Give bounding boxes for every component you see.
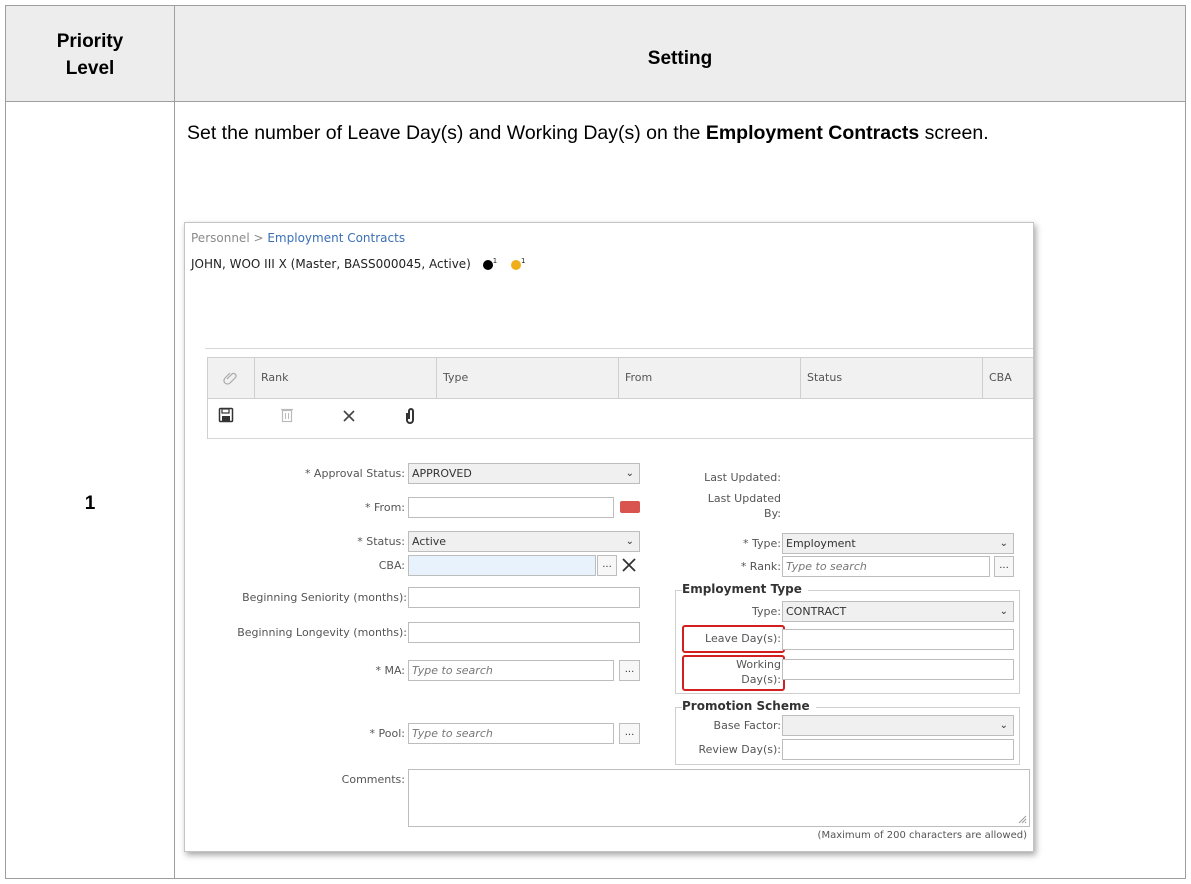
status-value: Active [412,535,447,548]
employment-contracts-screenshot: Personnel > Employment Contracts JOHN, W… [184,222,1034,852]
approval-status-value: APPROVED [412,467,472,480]
trash-icon[interactable] [280,407,294,428]
rank-search-input[interactable]: Type to search [782,556,990,577]
form-toolbar [207,399,1033,439]
breadcrumb: Personnel > Employment Contracts [191,231,405,245]
status-label: * Status: [357,535,405,548]
person-header: JOHN, WOO III X (Master, BASS000045, Act… [191,257,525,271]
comments-textarea[interactable] [408,769,1030,827]
chevron-down-icon: ⌄ [625,468,634,479]
last-updated-by-label: Last Updated By: [655,491,781,521]
grid-col-type[interactable]: Type [436,358,618,398]
grid-col-cba[interactable]: CBA [982,358,1033,398]
working-days-input[interactable] [782,659,1014,680]
paperclip-icon[interactable] [208,358,254,398]
ma-label: * MA: [375,664,405,677]
pool-lookup-button[interactable]: ... [619,723,640,744]
ma-lookup-button[interactable]: ... [619,660,640,681]
close-icon[interactable] [342,407,356,428]
from-label: * From: [365,501,405,514]
leave-days-label: Leave Day(s): [705,632,781,645]
cba-input[interactable] [408,555,596,576]
last-updated-by-label-line1: Last Updated [707,492,781,505]
type-label: * Type: [743,537,781,550]
header-priority-level: Priority Level [56,31,124,79]
rank-label: * Rank: [740,560,781,573]
contracts-grid-header: Rank Type From Status CBA [207,357,1033,399]
grid-col-from[interactable]: From [618,358,800,398]
type-value: Employment [786,537,856,550]
working-days-label-line1: Working [736,658,781,671]
attachment-icon[interactable] [404,407,416,430]
leave-days-input[interactable] [782,629,1014,650]
pool-search-input[interactable]: Type to search [408,723,614,744]
beginning-seniority-label: Beginning Seniority (months): [242,591,407,604]
header-setting: Setting [647,48,713,69]
cba-lookup-button[interactable]: ... [597,555,617,576]
type-select[interactable]: Employment ⌄ [782,533,1014,554]
setting-description: Set the number of Leave Day(s) and Worki… [187,114,1187,152]
orange-status-dot-icon[interactable] [510,259,521,270]
base-factor-select[interactable]: ⌄ [782,715,1014,736]
description-text-end: screen. [919,122,989,144]
employment-type-title: Employment Type [682,582,808,596]
black-status-dot-icon[interactable] [482,259,493,270]
emp-type-value: CONTRACT [786,605,847,618]
grid-col-status[interactable]: Status [800,358,982,398]
breadcrumb-root[interactable]: Personnel > [191,231,267,245]
cba-label: CBA: [378,559,405,572]
emp-type-label: Type: [752,605,781,618]
resize-handle-icon[interactable] [1017,814,1027,824]
comments-label: Comments: [341,773,405,786]
approval-status-label: * Approval Status: [304,467,405,480]
chevron-down-icon: ⌄ [999,720,1008,731]
black-badge-count: 1 [492,257,498,265]
rank-lookup-button[interactable]: ... [994,556,1014,577]
clear-icon[interactable] [621,556,637,577]
status-select[interactable]: Active ⌄ [408,531,640,552]
divider [205,348,1033,349]
column-divider [174,6,175,878]
chevron-down-icon: ⌄ [999,538,1008,549]
beginning-seniority-input[interactable] [408,587,640,608]
working-days-label-line2: Day(s): [741,673,781,686]
review-days-input[interactable] [782,739,1014,760]
review-days-label: Review Day(s): [698,743,781,756]
priority-number: 1 [84,493,96,514]
chevron-down-icon: ⌄ [999,606,1008,617]
pool-placeholder: Type to search [412,727,493,740]
calendar-icon[interactable] [620,501,640,513]
description-text: Set the number of Leave Day(s) and Worki… [187,122,706,144]
last-updated-label: Last Updated: [704,471,781,484]
person-name: JOHN, WOO III X (Master, BASS000045, Act… [191,257,471,271]
pool-label: * Pool: [369,727,405,740]
grid-col-rank[interactable]: Rank [254,358,436,398]
from-date-input[interactable] [408,497,614,518]
working-days-label: Working Day(s): [685,657,781,687]
emp-type-select[interactable]: CONTRACT ⌄ [782,601,1014,622]
description-bold-screen-name: Employment Contracts [705,122,920,144]
promotion-scheme-title: Promotion Scheme [682,699,816,713]
base-factor-label: Base Factor: [713,719,781,732]
breadcrumb-current[interactable]: Employment Contracts [267,231,405,245]
comments-char-limit-note: (Maximum of 200 characters are allowed) [817,830,1027,841]
approval-status-select[interactable]: APPROVED ⌄ [408,463,640,484]
ma-placeholder: Type to search [412,664,493,677]
orange-badge-count: 1 [520,257,526,265]
beginning-longevity-input[interactable] [408,622,640,643]
rank-placeholder: Type to search [786,560,867,573]
ma-search-input[interactable]: Type to search [408,660,614,681]
chevron-down-icon: ⌄ [625,536,634,547]
save-icon[interactable] [218,407,234,428]
beginning-longevity-label: Beginning Longevity (months): [237,626,407,639]
last-updated-by-label-line2: By: [764,507,781,520]
